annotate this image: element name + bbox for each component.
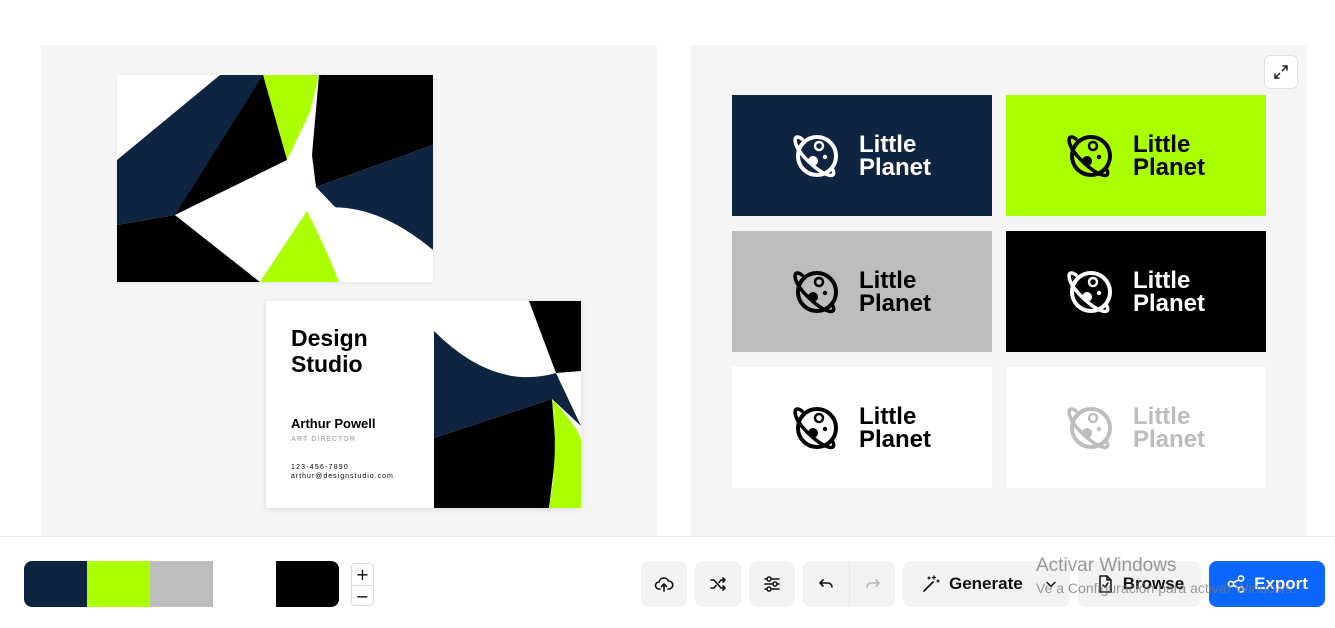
logo-line-2: Planet [1132,289,1206,317]
logo-wordmark: Little Planet [1132,402,1206,453]
expand-icon [1274,65,1288,79]
color-palette [24,561,339,607]
shuffle-button[interactable] [695,561,741,607]
logo-line-2: Planet [858,289,932,317]
browse-button[interactable]: Browse [1078,561,1201,607]
logo-wordmark: Little Planet [858,130,932,181]
generate-label: Generate [949,574,1023,593]
undo-icon [819,579,833,588]
logo-variant-tile[interactable]: Little Planet [732,231,992,352]
cloud-upload-icon [654,577,674,592]
document-icon [1099,575,1112,593]
logo-line-1: Little [1132,266,1191,294]
card-name: Arthur Powell [291,416,376,431]
palette-swatch[interactable] [87,561,150,607]
logo-line-2: Planet [1132,153,1206,181]
logo-line-1: Little [858,402,917,430]
upload-button[interactable] [641,561,687,607]
logo-line-1: Little [1132,402,1191,430]
planet-icon [793,270,838,313]
expand-button[interactable] [1264,55,1298,89]
logo-variant-tile[interactable]: Little Planet [1006,95,1266,216]
logo-variant-tile[interactable]: Little Planet [732,367,992,488]
planet-icon [793,134,838,177]
logo-wordmark: Little Planet [858,402,932,453]
logo-wordmark: Little Planet [1132,130,1206,181]
card-email: arthur@designstudio.com [291,473,394,480]
logo-variant-tile[interactable]: Little Planet [732,95,992,216]
palette-swatch[interactable] [150,561,213,607]
card-back [117,75,433,282]
palette-swatch[interactable] [213,561,276,607]
logo-variant-tile[interactable]: Little Planet [1006,367,1266,488]
card-back-artwork [117,75,433,282]
palette-swatch[interactable] [24,561,87,607]
logo-line-2: Planet [858,425,932,453]
share-icon [1227,575,1245,593]
planet-icon [1067,406,1112,449]
logo-variant-tile[interactable]: Little Planet [1006,231,1266,352]
export-button[interactable]: Export [1209,561,1325,607]
logo-line-1: Little [858,130,917,158]
undo-button[interactable] [803,561,849,607]
zoom-controls: + − [351,563,374,606]
logo-line-1: Little [1132,130,1191,158]
card-front: Design Studio Arthur Powell ART DIRECTOR… [266,301,581,508]
adjust-button[interactable] [749,561,795,607]
sliders-icon [764,576,780,592]
browse-label: Browse [1122,574,1185,593]
planet-icon [793,406,838,449]
history-group [803,561,895,607]
export-label: Export [1254,574,1308,593]
logo-line-1: Little [858,266,917,294]
zoom-out-button[interactable]: − [352,585,373,606]
logo-wordmark: Little Planet [858,266,932,317]
redo-icon [865,579,880,588]
card-title: Design Studio [291,325,368,377]
chevron-down-icon[interactable] [1043,576,1059,592]
zoom-in-button[interactable]: + [352,564,373,585]
card-front-artwork [434,301,581,508]
redo-button[interactable] [849,561,895,607]
logo-line-2: Planet [858,153,932,181]
planet-icon [1067,270,1112,313]
planet-icon [1067,134,1112,177]
palette-swatch[interactable] [276,561,339,607]
card-phone: 123-456-7890 [291,464,349,471]
magic-wand-icon [923,575,940,592]
card-role: ART DIRECTOR [291,436,356,443]
shuffle-icon [710,577,726,591]
generate-button[interactable]: Generate [903,561,1070,607]
logo-line-2: Planet [1132,425,1206,453]
logo-wordmark: Little Planet [1132,266,1206,317]
